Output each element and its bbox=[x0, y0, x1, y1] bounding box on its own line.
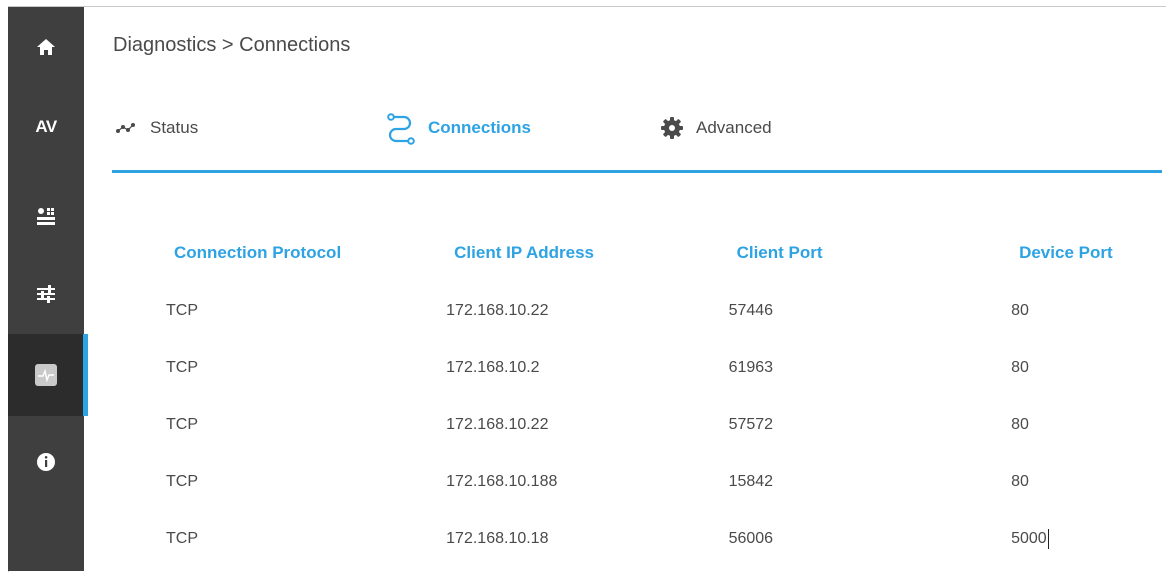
table-row: TCP 172.168.10.22 57572 80 bbox=[160, 396, 1166, 453]
tab-label: Connections bbox=[428, 118, 531, 137]
home-icon bbox=[36, 37, 56, 57]
sidebar-item-label: AV bbox=[35, 117, 57, 136]
table-header-row: Connection Protocol Client IP Address Cl… bbox=[160, 224, 1166, 282]
sidebar-item-diagnostics[interactable] bbox=[8, 334, 88, 416]
device-settings-icon bbox=[36, 206, 56, 228]
diagnostics-icon bbox=[35, 364, 57, 386]
tab-label: Status bbox=[150, 118, 199, 137]
connections-table: Connection Protocol Client IP Address Cl… bbox=[160, 224, 1166, 567]
client-port-cell: 56006 bbox=[728, 529, 774, 547]
client-port-cell: 57572 bbox=[728, 415, 774, 433]
client-port-cell: 57446 bbox=[728, 301, 774, 319]
column-header-client-ip: Client IP Address bbox=[454, 243, 594, 262]
device-port-cell: 80 bbox=[1011, 415, 1029, 433]
device-port-cell: 80 bbox=[1011, 358, 1029, 376]
client-ip-cell: 172.168.10.22 bbox=[446, 415, 549, 433]
device-port-cell: 80 bbox=[1011, 301, 1029, 319]
table-row: TCP 172.168.10.18 56006 5000 bbox=[160, 510, 1166, 567]
tab-status[interactable]: Status bbox=[116, 108, 198, 148]
table-row: TCP 172.168.10.22 57446 80 bbox=[160, 282, 1166, 339]
column-header-client-port: Client Port bbox=[736, 243, 823, 262]
info-icon bbox=[36, 452, 56, 472]
table-row: TCP 172.168.10.2 61963 80 bbox=[160, 339, 1166, 396]
client-port-cell: 15842 bbox=[728, 472, 774, 490]
breadcrumb: Diagnostics > Connections bbox=[113, 34, 351, 56]
tab-bar: Status Connections Advanced bbox=[112, 108, 1162, 173]
protocol-cell: TCP bbox=[166, 529, 198, 547]
text-cursor bbox=[1047, 528, 1049, 549]
sidebar: AV bbox=[8, 7, 88, 571]
client-ip-cell: 172.168.10.188 bbox=[446, 472, 558, 490]
client-port-cell: 61963 bbox=[728, 358, 774, 376]
sidebar-item-av[interactable]: AV bbox=[8, 95, 84, 159]
sidebar-item-home[interactable] bbox=[8, 15, 84, 79]
client-ip-cell: 172.168.10.2 bbox=[446, 358, 540, 376]
protocol-cell: TCP bbox=[166, 301, 198, 319]
sidebar-item-devices[interactable] bbox=[8, 185, 84, 249]
protocol-cell: TCP bbox=[166, 415, 198, 433]
device-port-value: 5000 bbox=[1011, 529, 1047, 547]
table-row: TCP 172.168.10.188 15842 80 bbox=[160, 453, 1166, 510]
client-ip-cell: 172.168.10.18 bbox=[446, 529, 549, 547]
column-header-protocol: Connection Protocol bbox=[174, 243, 342, 262]
connections-icon bbox=[386, 111, 416, 145]
sliders-icon bbox=[36, 284, 56, 304]
status-graph-icon bbox=[116, 122, 138, 134]
protocol-cell: TCP bbox=[166, 358, 198, 376]
tab-connections[interactable]: Connections bbox=[386, 108, 531, 148]
gear-icon bbox=[660, 116, 684, 140]
device-port-cell: 80 bbox=[1011, 472, 1029, 490]
tab-label: Advanced bbox=[696, 118, 772, 137]
protocol-cell: TCP bbox=[166, 472, 198, 490]
tab-advanced[interactable]: Advanced bbox=[660, 108, 772, 148]
sidebar-item-info[interactable] bbox=[8, 430, 84, 494]
sidebar-item-adjustments[interactable] bbox=[8, 262, 84, 326]
device-port-cell: 5000 bbox=[1005, 510, 1166, 567]
client-ip-cell: 172.168.10.22 bbox=[446, 301, 549, 319]
column-header-device-port: Device Port bbox=[1019, 243, 1113, 262]
